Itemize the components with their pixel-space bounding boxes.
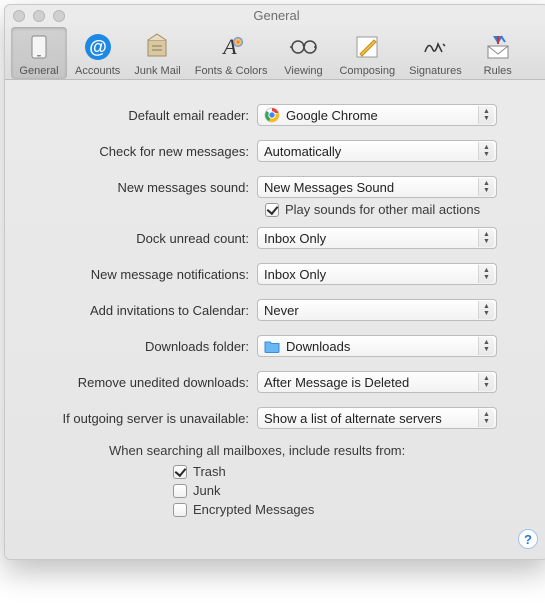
select-value: New Messages Sound [264, 180, 394, 195]
select-value: Inbox Only [264, 231, 326, 246]
rules-icon [482, 31, 514, 63]
label-default-reader: Default email reader: [25, 108, 257, 123]
label-downloads: Downloads folder: [25, 339, 257, 354]
label-add-invites: Add invitations to Calendar: [25, 303, 257, 318]
signatures-icon [419, 31, 451, 63]
select-value: Inbox Only [264, 267, 326, 282]
label-remove-downloads: Remove unedited downloads: [25, 375, 257, 390]
toolbar-tab-signatures[interactable]: Signatures [403, 27, 468, 79]
toolbar-label: Composing [339, 65, 395, 77]
select-remove-downloads[interactable]: After Message is Deleted ▲▼ [257, 371, 497, 393]
select-check-messages[interactable]: Automatically ▲▼ [257, 140, 497, 162]
svg-text:A: A [221, 34, 237, 59]
window-title: General [253, 8, 299, 23]
select-value: Automatically [264, 144, 341, 159]
chrome-icon [264, 107, 280, 123]
label-new-sound: New messages sound: [25, 180, 257, 195]
label-dock-unread: Dock unread count: [25, 231, 257, 246]
toolbar-tab-viewing[interactable]: Viewing [275, 27, 331, 79]
checkbox-encrypted[interactable] [173, 503, 187, 517]
toolbar-label: Fonts & Colors [195, 65, 268, 77]
updown-arrows-icon: ▲▼ [478, 409, 494, 427]
svg-text:@: @ [89, 37, 107, 57]
select-new-sound[interactable]: New Messages Sound ▲▼ [257, 176, 497, 198]
help-button[interactable]: ? [518, 529, 538, 549]
select-downloads-folder[interactable]: Downloads ▲▼ [257, 335, 497, 357]
toolbar-label: Viewing [284, 65, 322, 77]
label-junk: Junk [193, 483, 220, 498]
preferences-toolbar: General @ Accounts Junk Mail A Fonts & C… [5, 25, 545, 80]
select-value: Downloads [286, 339, 350, 354]
select-notifications[interactable]: Inbox Only ▲▼ [257, 263, 497, 285]
toolbar-tab-general[interactable]: General [11, 27, 67, 79]
toolbar-label: Junk Mail [134, 65, 180, 77]
label-play-sounds: Play sounds for other mail actions [285, 202, 480, 217]
select-outgoing-unavailable[interactable]: Show a list of alternate servers ▲▼ [257, 407, 497, 429]
titlebar: General [5, 5, 545, 25]
updown-arrows-icon: ▲▼ [478, 178, 494, 196]
updown-arrows-icon: ▲▼ [478, 229, 494, 247]
checkbox-junk[interactable] [173, 484, 187, 498]
label-check-messages: Check for new messages: [25, 144, 257, 159]
help-icon: ? [524, 532, 532, 547]
select-dock-unread[interactable]: Inbox Only ▲▼ [257, 227, 497, 249]
toolbar-tab-accounts[interactable]: @ Accounts [69, 27, 126, 79]
general-icon [23, 31, 55, 63]
close-button[interactable] [13, 10, 25, 22]
updown-arrows-icon: ▲▼ [478, 265, 494, 283]
fonts-colors-icon: A [215, 31, 247, 63]
search-options-section: When searching all mailboxes, include re… [25, 443, 528, 517]
updown-arrows-icon: ▲▼ [478, 142, 494, 160]
select-add-invites[interactable]: Never ▲▼ [257, 299, 497, 321]
label-encrypted: Encrypted Messages [193, 502, 314, 517]
updown-arrows-icon: ▲▼ [478, 106, 494, 124]
toolbar-label: General [19, 65, 58, 77]
toolbar-tab-rules[interactable]: Rules [470, 27, 526, 79]
select-value: Never [264, 303, 299, 318]
select-value: Google Chrome [286, 108, 378, 123]
toolbar-tab-junkmail[interactable]: Junk Mail [128, 27, 186, 79]
composing-icon [351, 31, 383, 63]
junkmail-icon [141, 31, 173, 63]
general-form: Default email reader: Google Chrome ▲▼ C… [5, 80, 545, 531]
accounts-icon: @ [82, 31, 114, 63]
label-outgoing-unavailable: If outgoing server is unavailable: [25, 411, 257, 426]
checkbox-play-sounds[interactable] [265, 203, 279, 217]
updown-arrows-icon: ▲▼ [478, 337, 494, 355]
select-default-reader[interactable]: Google Chrome ▲▼ [257, 104, 497, 126]
updown-arrows-icon: ▲▼ [478, 301, 494, 319]
select-value: After Message is Deleted [264, 375, 409, 390]
preferences-window: General General @ Accounts Junk Mail A F [4, 4, 545, 560]
toolbar-label: Signatures [409, 65, 462, 77]
toolbar-tab-fonts-colors[interactable]: A Fonts & Colors [189, 27, 274, 79]
folder-icon [264, 338, 280, 354]
toolbar-label: Accounts [75, 65, 120, 77]
label-notifications: New message notifications: [25, 267, 257, 282]
traffic-lights [13, 10, 65, 22]
toolbar-label: Rules [484, 65, 512, 77]
zoom-button[interactable] [53, 10, 65, 22]
checkbox-trash[interactable] [173, 465, 187, 479]
toolbar-tab-composing[interactable]: Composing [333, 27, 401, 79]
label-search-heading: When searching all mailboxes, include re… [109, 443, 528, 458]
minimize-button[interactable] [33, 10, 45, 22]
select-value: Show a list of alternate servers [264, 411, 442, 426]
label-trash: Trash [193, 464, 226, 479]
viewing-icon [287, 31, 319, 63]
updown-arrows-icon: ▲▼ [478, 373, 494, 391]
